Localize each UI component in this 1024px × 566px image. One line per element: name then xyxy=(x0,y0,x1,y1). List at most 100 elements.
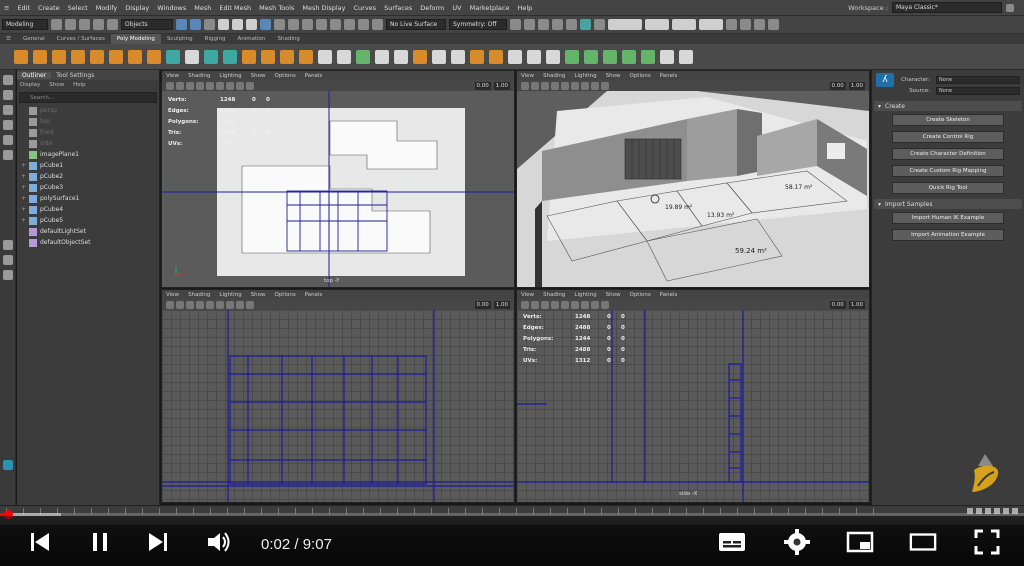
smooth-shade-icon[interactable] xyxy=(196,81,204,90)
select-tool-icon[interactable] xyxy=(2,75,13,85)
poly-disc-icon[interactable] xyxy=(128,49,142,64)
shelf-tab-animation[interactable]: Animation xyxy=(231,34,271,44)
create-skeleton-button[interactable]: Create Skeleton xyxy=(892,114,1004,126)
side-by-side-layout-icon[interactable] xyxy=(2,270,13,280)
quad-draw-icon[interactable] xyxy=(546,49,560,64)
isolate-icon[interactable] xyxy=(246,81,254,90)
menuset-dropdown[interactable]: Modeling xyxy=(2,19,48,30)
lights-icon[interactable] xyxy=(571,81,579,90)
vp-menu-options[interactable]: Options xyxy=(274,73,295,79)
shelf-tab-rigging[interactable]: Rigging xyxy=(199,34,232,44)
expand-plus-icon[interactable]: + xyxy=(21,162,27,169)
import-section-header[interactable]: ▾ Import Samples xyxy=(874,199,1022,209)
workspace-dropdown[interactable]: Maya Classic* xyxy=(892,2,1002,13)
menu-edit[interactable]: Edit xyxy=(13,4,34,12)
lock-icon[interactable] xyxy=(1006,3,1014,12)
render-icon[interactable] xyxy=(524,19,535,30)
boolean-difference-icon[interactable] xyxy=(280,49,294,64)
poly-torus-icon[interactable] xyxy=(90,49,104,64)
tab-tool-settings[interactable]: Tool Settings xyxy=(51,72,99,79)
connect-icon[interactable] xyxy=(489,49,503,64)
captions-button[interactable] xyxy=(718,528,746,556)
xray-icon[interactable] xyxy=(591,300,599,309)
outliner-menu-help[interactable]: Help xyxy=(73,82,86,88)
shelf-tab-sculpting[interactable]: Sculpting xyxy=(161,34,199,44)
outliner-item-persp[interactable]: persp xyxy=(21,105,159,116)
snap-curve-icon[interactable] xyxy=(330,19,341,30)
curve-mask-icon[interactable] xyxy=(288,19,299,30)
face-mask-icon[interactable] xyxy=(246,19,257,30)
select-object-icon[interactable] xyxy=(190,19,201,30)
cylindrical-map-icon[interactable] xyxy=(622,49,636,64)
x-field-icon[interactable] xyxy=(645,19,669,30)
lights-icon[interactable] xyxy=(216,300,224,309)
vp-menu-panels[interactable]: Panels xyxy=(660,292,678,298)
expand-plus-icon[interactable]: + xyxy=(21,173,27,180)
menu-marketplace[interactable]: Marketplace xyxy=(466,4,514,12)
viewport-canvas[interactable]: Verts: 1248 0 0 Edges: 2488 0 0 Polygons: 1244 0… xyxy=(517,310,869,502)
textured-icon[interactable] xyxy=(561,300,569,309)
four-pane-layout-icon[interactable] xyxy=(2,255,13,265)
textured-icon[interactable] xyxy=(206,300,214,309)
menu-mesh[interactable]: Mesh xyxy=(190,4,215,12)
outliner-item-polysurface1[interactable]: + polySurface1 xyxy=(21,193,159,204)
shadows-icon[interactable] xyxy=(226,81,234,90)
smooth-shade-icon[interactable] xyxy=(551,300,559,309)
tab-outliner[interactable]: Outliner xyxy=(17,71,52,79)
gamma-field[interactable]: 1.00 xyxy=(848,81,865,90)
smooth-shade-icon[interactable] xyxy=(551,81,559,90)
vp-menu-show[interactable]: Show xyxy=(606,73,621,79)
vp-menu-panels[interactable]: Panels xyxy=(305,292,323,298)
shelf-tab-curves-surfaces[interactable]: Curves / Surfaces xyxy=(51,34,111,44)
outliner-item-pcube3[interactable]: + pCube3 xyxy=(21,182,159,193)
poly-cone-icon[interactable] xyxy=(71,49,85,64)
viewport-side[interactable]: View Shading Lighting Show Options Panel… xyxy=(516,289,870,503)
outliner-item-side[interactable]: side xyxy=(21,138,159,149)
joint-mask-icon[interactable] xyxy=(274,19,285,30)
expand-plus-icon[interactable]: + xyxy=(21,195,27,202)
vp-menu-show[interactable]: Show xyxy=(606,292,621,298)
menu-deform[interactable]: Deform xyxy=(416,4,448,12)
uv-editor-icon[interactable] xyxy=(565,49,579,64)
boolean-intersection-icon[interactable] xyxy=(299,49,313,64)
toggle-panel-icon[interactable] xyxy=(740,19,751,30)
gamma-field[interactable]: 1.00 xyxy=(493,300,510,309)
viewport-perspective[interactable]: View Shading Lighting Show Options Panel… xyxy=(516,70,870,288)
viewport-front[interactable]: View Shading Lighting Show Options Panel… xyxy=(161,289,515,503)
smooth-shade-icon[interactable] xyxy=(196,300,204,309)
menu-help[interactable]: Help xyxy=(513,4,536,12)
exposure-field[interactable]: 0.00 xyxy=(829,300,846,309)
vp-menu-lighting[interactable]: Lighting xyxy=(219,73,241,79)
vp-menu-view[interactable]: View xyxy=(521,73,534,79)
poly-cylinder-icon[interactable] xyxy=(52,49,66,64)
outliner-item-defaultlightset[interactable]: defaultLightSet xyxy=(21,226,159,237)
settings-button[interactable] xyxy=(783,528,811,556)
combine-icon[interactable] xyxy=(204,49,218,64)
sign-in-icon[interactable] xyxy=(726,19,737,30)
z-field-icon[interactable] xyxy=(699,19,723,30)
isolate-icon[interactable] xyxy=(246,300,254,309)
outliner-menu-show[interactable]: Show xyxy=(49,82,64,88)
mirror-icon[interactable] xyxy=(318,49,332,64)
history-icon[interactable] xyxy=(510,19,521,30)
poly-cube-icon[interactable] xyxy=(33,49,47,64)
select-hierarchy-icon[interactable] xyxy=(176,19,187,30)
vp-menu-view[interactable]: View xyxy=(166,73,179,79)
y-field-icon[interactable] xyxy=(672,19,696,30)
shelf-tab-poly-modeling[interactable]: Poly Modeling xyxy=(110,34,161,44)
save-scene-icon[interactable] xyxy=(79,19,90,30)
lights-icon[interactable] xyxy=(216,81,224,90)
merge-icon[interactable] xyxy=(394,49,408,64)
outliner-item-pcube1[interactable]: + pCube1 xyxy=(21,160,159,171)
shelf-tab-shading[interactable]: Shading xyxy=(272,34,306,44)
select-component-icon[interactable] xyxy=(204,19,215,30)
vp-menu-view[interactable]: View xyxy=(521,292,534,298)
rotate-tool-icon[interactable] xyxy=(2,135,13,145)
cut-uv-icon[interactable] xyxy=(660,49,674,64)
shadows-icon[interactable] xyxy=(226,300,234,309)
source-dropdown[interactable]: None xyxy=(936,87,1020,95)
outliner-search-input[interactable]: Search... xyxy=(19,92,157,103)
miniplayer-button[interactable] xyxy=(846,528,874,556)
vp-menu-lighting[interactable]: Lighting xyxy=(574,73,596,79)
previous-button[interactable] xyxy=(26,528,54,556)
